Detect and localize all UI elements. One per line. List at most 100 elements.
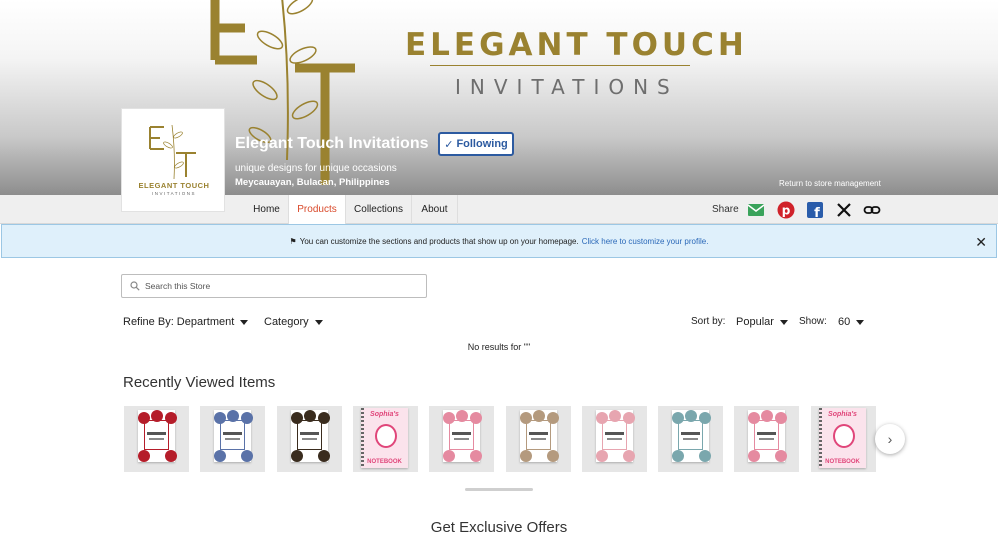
search-input[interactable] — [145, 281, 415, 291]
customize-info-banner: ⚑ You can customize the sections and pro… — [1, 224, 997, 258]
invitation-text — [607, 438, 622, 440]
flag-icon: ⚑ — [289, 236, 297, 246]
info-message: You can customize the sections and produ… — [299, 236, 579, 246]
invitation-text — [759, 438, 774, 440]
svg-text:f: f — [814, 206, 820, 219]
invitation-frame — [449, 420, 474, 450]
recently-viewed-item[interactable] — [124, 406, 189, 472]
pinterest-icon[interactable]: p — [777, 201, 795, 219]
floral-decoration — [520, 450, 532, 462]
recently-viewed-item[interactable] — [506, 406, 571, 472]
sort-by-label: Sort by: — [691, 316, 726, 327]
invitation-frame — [526, 420, 551, 450]
invitation-text — [149, 438, 164, 440]
invitation-frame — [220, 420, 245, 450]
sort-value: Popular — [736, 316, 774, 328]
invitation-text — [605, 432, 624, 435]
invitation-frame — [144, 420, 169, 450]
x-icon[interactable] — [835, 201, 853, 219]
recently-viewed-item[interactable] — [582, 406, 647, 472]
floral-decoration — [775, 450, 787, 462]
floral-decoration — [609, 410, 621, 422]
category-dropdown[interactable]: Category — [264, 316, 323, 328]
recently-viewed-item[interactable] — [658, 406, 723, 472]
tab-home[interactable]: Home — [245, 195, 289, 224]
invitation-text — [147, 432, 166, 435]
floral-decoration — [672, 412, 684, 424]
sort-dropdown[interactable]: Popular — [736, 316, 788, 328]
floral-decoration — [547, 412, 559, 424]
invitation-frame — [297, 420, 322, 450]
carousel-next-button[interactable]: › — [875, 424, 905, 454]
unicorn-illustration — [375, 424, 397, 448]
refine-department-dropdown[interactable]: Refine By: Department — [123, 316, 249, 328]
following-label: Following — [456, 138, 508, 150]
invitation-text — [454, 438, 469, 440]
floral-decoration — [623, 412, 635, 424]
store-search-box[interactable] — [121, 274, 427, 298]
brand-subtitle: INVITATIONS — [455, 75, 679, 99]
notebook-label: NOTEBOOK — [367, 459, 402, 465]
floral-decoration — [470, 450, 482, 462]
floral-decoration — [699, 412, 711, 424]
close-icon[interactable]: ✕ — [975, 234, 987, 251]
floral-decoration — [520, 412, 532, 424]
show-count-dropdown[interactable]: 60 — [838, 316, 865, 328]
invitation-thumbnail — [138, 410, 177, 462]
tab-collections[interactable]: Collections — [346, 195, 412, 224]
floral-decoration — [623, 450, 635, 462]
invitation-frame — [754, 420, 779, 450]
floral-decoration — [761, 410, 773, 422]
recently-viewed-item[interactable] — [200, 406, 265, 472]
customize-profile-link[interactable]: Click here to customize your profile. — [582, 237, 709, 246]
notebook-title: Sophia's — [370, 411, 399, 418]
carousel-scrollbar[interactable] — [465, 488, 533, 491]
floral-decoration — [227, 410, 239, 422]
invitation-text — [300, 432, 319, 435]
invitation-thumbnail — [291, 410, 330, 462]
show-label: Show: — [799, 316, 827, 327]
tab-products[interactable]: Products — [289, 195, 346, 224]
floral-decoration — [138, 450, 150, 462]
caret-down-icon — [856, 319, 865, 325]
tab-about[interactable]: About — [412, 195, 458, 224]
recently-viewed-item[interactable] — [277, 406, 342, 472]
floral-decoration — [214, 412, 226, 424]
following-button[interactable]: ✓ Following — [438, 132, 514, 156]
check-icon: ✓ — [444, 138, 454, 151]
avatar-brand-name: ELEGANT TOUCH — [138, 181, 210, 190]
recently-viewed-item[interactable] — [429, 406, 494, 472]
chevron-right-icon: › — [887, 431, 893, 447]
refine-department-label: Refine By: Department — [123, 316, 235, 328]
floral-decoration — [443, 450, 455, 462]
floral-decoration — [699, 450, 711, 462]
caret-down-icon — [779, 319, 788, 325]
recently-viewed-item[interactable]: Sophia's NOTEBOOK — [811, 406, 876, 472]
recently-viewed-item[interactable]: Sophia's NOTEBOOK — [353, 406, 418, 472]
floral-decoration — [672, 450, 684, 462]
svg-text:p: p — [782, 204, 791, 218]
floral-decoration — [165, 450, 177, 462]
notebook-title: Sophia's — [828, 411, 857, 418]
floral-decoration — [138, 412, 150, 424]
invitation-thumbnail — [672, 410, 711, 462]
floral-decoration — [596, 450, 608, 462]
invitation-thumbnail — [520, 410, 559, 462]
brand-title: ELEGANT TOUCH — [405, 27, 748, 63]
store-avatar[interactable]: ELEGANT TOUCH INVITATIONS — [121, 108, 225, 212]
floral-decoration — [214, 450, 226, 462]
email-icon[interactable] — [747, 201, 765, 219]
invitation-frame — [678, 420, 703, 450]
recently-viewed-item[interactable] — [734, 406, 799, 472]
invitation-thumbnail — [748, 410, 787, 462]
floral-decoration — [241, 450, 253, 462]
floral-decoration — [547, 450, 559, 462]
return-to-store-management-link[interactable]: Return to store management — [779, 179, 881, 188]
link-icon[interactable] — [863, 201, 881, 219]
store-location: Meycauayan, Bulacan, Philippines — [235, 177, 390, 188]
notebook-label: NOTEBOOK — [825, 459, 860, 465]
floral-decoration — [596, 412, 608, 424]
facebook-icon[interactable]: f — [806, 201, 824, 219]
search-icon — [130, 281, 140, 291]
floral-decoration — [291, 450, 303, 462]
